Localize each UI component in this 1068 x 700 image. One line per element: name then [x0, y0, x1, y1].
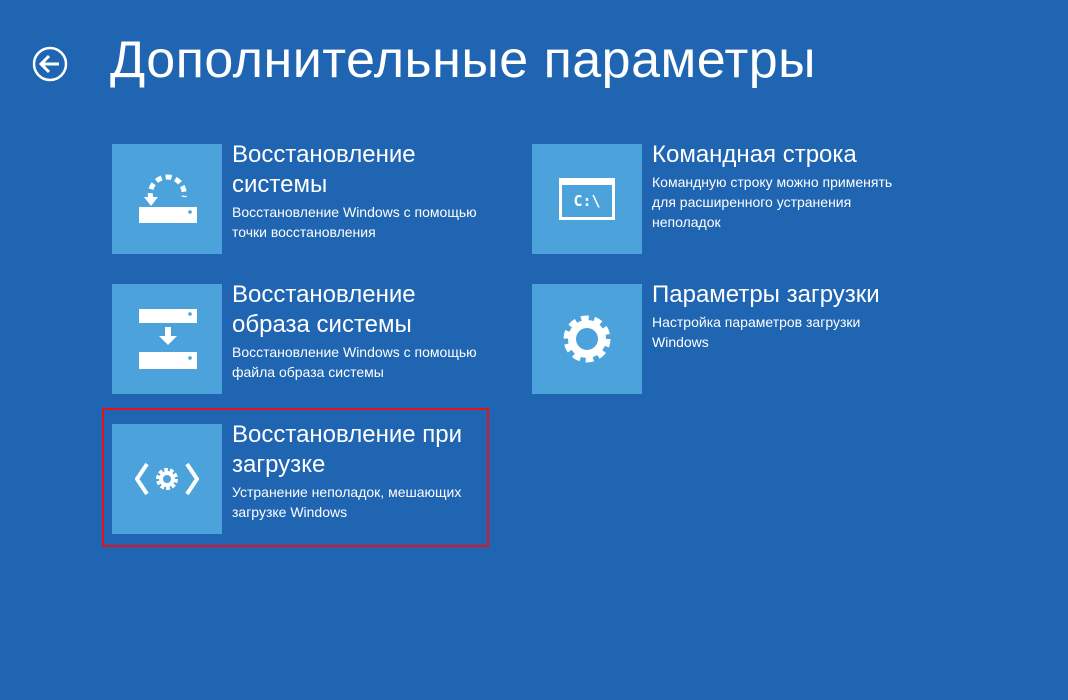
option-description: Командную строку можно применять для рас…: [652, 174, 893, 230]
option-title: Параметры загрузки: [652, 281, 880, 308]
option-description: Восстановление Windows с помощью точки в…: [232, 204, 477, 240]
option-title: Командная строка: [652, 141, 857, 168]
option-description: Настройка параметров загрузки Windows: [652, 314, 861, 350]
page-title: Дополнительные параметры: [110, 31, 817, 89]
system-restore-icon: [112, 144, 222, 254]
option-system-restore[interactable]: Восстановление системы Восстановление Win…: [112, 141, 492, 254]
option-system-image[interactable]: Восстановление образа системы Восстановле…: [112, 281, 492, 394]
option-title: Восстановление образа системы: [232, 281, 416, 338]
option-title: Восстановление при загрузке: [232, 421, 463, 478]
back-arrow-icon[interactable]: [32, 46, 68, 82]
startup-repair-icon: [112, 424, 222, 534]
command-prompt-icon: C:\: [532, 144, 642, 254]
option-description: Устранение неполадок, мешающих загрузке …: [232, 484, 462, 520]
option-startup-repair[interactable]: Восстановление при загрузке Устранение не…: [112, 421, 492, 534]
system-image-icon: [112, 284, 222, 394]
option-startup-settings[interactable]: Параметры загрузки Настройка параметров з…: [532, 281, 912, 394]
option-description: Восстановление Windows с помощью файла о…: [232, 344, 477, 380]
option-command-prompt[interactable]: C:\ Командная строка Командную строку мож…: [532, 141, 912, 254]
option-title: Восстановление системы: [232, 141, 416, 198]
prompt-text: C:\: [559, 178, 615, 220]
gear-icon: [532, 284, 642, 394]
